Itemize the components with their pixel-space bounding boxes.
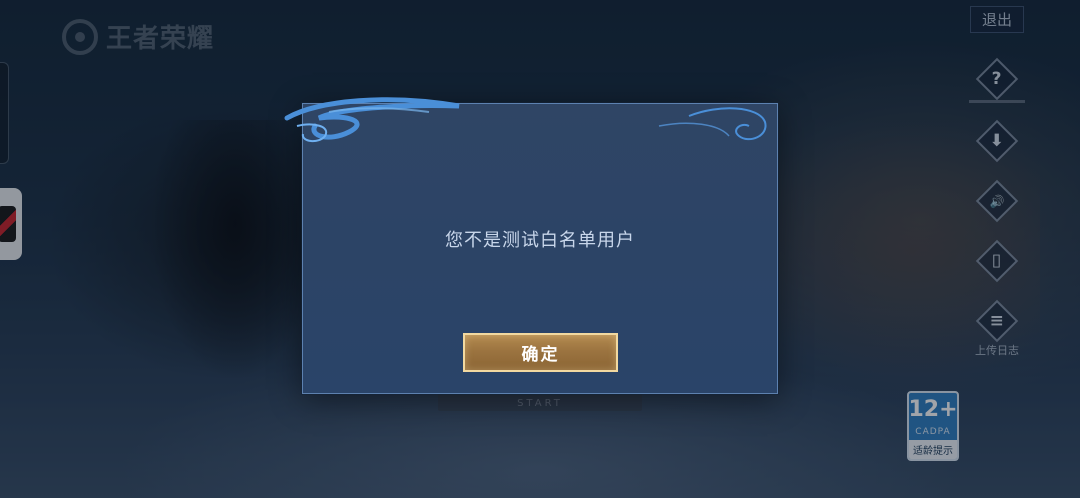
- cloud-ornament-icon: [284, 97, 767, 142]
- game-screen: 王者荣耀 退出 ? ⬇ 🔊 ▯ ≡ 上传日志 START 12+ CADPA 适…: [0, 0, 1080, 498]
- alert-dialog: 您不是测试白名单用户 确定: [284, 97, 778, 394]
- dialog-message: 您不是测试白名单用户: [445, 230, 635, 251]
- confirm-button[interactable]: 确定: [463, 333, 618, 372]
